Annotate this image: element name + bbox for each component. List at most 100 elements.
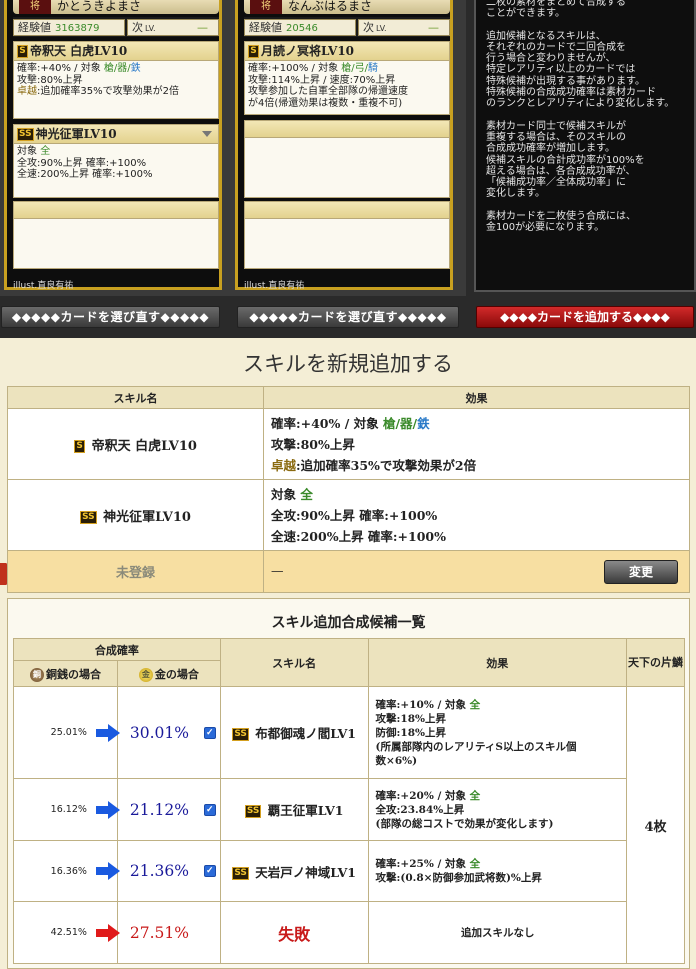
effect-text: 対象 [271,486,301,502]
effect-text: 騎 [368,63,378,74]
skill-name-cell: SS 神光征軍LV10 [7,479,264,551]
effect-text: 攻撃参加した自軍全部隊の帰還速度 [248,86,408,97]
next-lv-label: LV. [145,24,156,33]
effect-text: 追加スキルなし [461,926,535,939]
col-copper-label: 銅銭の場合 [45,667,101,681]
card-name-bar: 将 かとうきよまさ [13,0,219,14]
add-card-button[interactable]: ◆◆◆◆カードを追加する◆◆◆◆ [476,306,694,328]
effect-text: 攻撃:80%上昇 [17,74,83,86]
info-line: 素材カード同士で候補スキルが [486,120,626,132]
effect-line: 卓越:追加確率35%で攻撃効果が2倍 [271,455,682,476]
info-paragraph: 素材カードを二枚使う合成には、 金100が必要になります。 [486,211,686,234]
gold-coin-icon: 金 [138,667,153,682]
gold-rate: 21.12% [129,800,190,819]
card-compose-panel: 将 かとうきよまさ 経験値 3163879 次 LV. — S 帝釈天 白虎LV10 確… [0,0,696,338]
blue-arrow-icon [95,800,120,819]
candidate-checkbox[interactable]: ✓ [203,803,216,816]
skill-header[interactable]: SS 神光征軍LV10 [14,125,218,144]
skill-name: 帝釈天 白虎LV10 [91,438,197,454]
skill-name: 布都御魂ノ閻LV1 [255,726,356,741]
skill-title: 神光征軍LV10 [35,127,117,141]
info-line: 合成成功確率が増加します。 [486,143,615,155]
skill-title: 帝釈天 白虎LV10 [30,44,128,58]
effect-line: 攻撃:80%上昇 [271,434,682,455]
info-line: 特殊候補の合成成功確率は素材カード [486,87,656,99]
effect-text: 全速:200%上昇 確率:+100% [17,169,153,180]
effect-text: 全 [469,789,481,802]
material-card-1: 将 かとうきよまさ 経験値 3163879 次 LV. — S 帝釈天 白虎LV10 確… [0,0,230,328]
skill-name: 覇王征軍LV1 [267,803,344,818]
info-line: 候補スキルの合計成功率が100%を [486,154,645,166]
skill-name: 神光征軍LV10 [103,509,191,525]
effect-text: 全攻:90%上昇 確率:+100% [17,157,147,169]
exp-value: 3163879 [55,23,100,34]
effect-line: 攻撃:114%上昇 / 速度:70%上昇 [248,75,446,87]
card-frame: 将 かとうきよまさ 経験値 3163879 次 LV. — S 帝釈天 白虎LV10 確… [4,0,222,291]
effect-line: が4倍(帰還効果は複数・重複不可) [248,98,446,110]
effect-text: 全 [469,698,481,711]
blue-arrow-icon [95,723,120,742]
skill-effect-cell: — 変更 [263,550,690,593]
effect-text: 全攻:23.84%上昇 [375,803,465,816]
gold-rate: 27.51% [129,923,190,942]
candidate-checkbox[interactable]: ✓ [203,726,216,739]
exp-label: 経験値 [18,21,51,34]
skill-effect-cell: 確率:+20% / 対象 全全攻:23.84%上昇 (部隊の総コストで効果が変化し… [367,778,628,841]
info-line: 超える場合は、各合成成功率が、 [486,165,636,177]
empty-skill-header [14,202,218,219]
next-lv-label: LV. [376,24,387,33]
reselect-card-button[interactable]: ◆◆◆◆◆カードを選び直す◆◆◆◆◆ [1,306,220,328]
effect-text: 鉄 [130,63,141,74]
effect-text: 対象 [17,146,41,157]
exp-value: 20546 [286,23,318,34]
chevron-down-icon[interactable] [202,131,212,137]
exp-box: 経験値 20546 [244,19,356,36]
skill-name-cell: SS 覇王征軍LV1 [219,778,369,841]
exp-label: 経験値 [249,21,282,34]
gold-rate-cell: 27.51% [95,901,221,964]
effect-text: :追加確率35%で攻撃効果が2倍 [296,457,477,473]
effect-text: (所属部隊内のレアリティS以上のスキル個 [375,740,577,753]
effect-line: 全速:200%上昇 確率:+100% [17,169,215,181]
col-gold-label: 金の場合 [154,667,199,681]
effect-line: 確率:+100% / 対象 槍/弓/騎 [248,63,446,75]
col-gold: 金金の場合 [116,660,221,687]
skill-name: 失敗 [278,924,311,944]
empty-skill-header [245,121,449,138]
skill-name-cell: 未登録 [7,550,264,593]
skill-grade-badge: SS [232,866,249,880]
reselect-card-button[interactable]: ◆◆◆◆◆カードを選び直す◆◆◆◆◆ [237,306,459,328]
change-button[interactable]: 変更 [604,559,678,584]
effect-text: 防御:18%上昇 [375,726,446,739]
next-label: 次 [363,21,374,34]
table-row: S 帝釈天 白虎LV10 確率:+40% / 対象 槍/器/鉄 攻撃:80%上昇卓… [7,408,690,480]
effect-line: 攻撃:80%上昇 [17,75,215,87]
candidate-checkbox[interactable]: ✓ [203,865,216,877]
skill-effect-cell: 確率:+10% / 対象 全攻撃:18%上昇 防御:18%上昇 (所属部隊内のレアリ… [367,686,628,779]
table-header-row: スキル名 効果 [7,386,690,409]
effect-line: 確率:+25% / 対象 全 [376,857,621,871]
effect-text: 攻撃:114%上昇 / 速度:70%上昇 [248,74,396,86]
next-label: 次 [132,21,143,34]
effect-line: 確率:+20% / 対象 全 [376,789,621,803]
exp-box: 経験値 3163879 [13,19,125,36]
effect-line: 追加スキルなし [376,926,621,940]
empty-skill-header [245,202,449,219]
effect-text: 確率:+10% / 対象 [375,698,470,711]
table-row: SS 神光征軍LV10 対象 全全攻:90%上昇 確率:+100% 全速:200%… [7,479,690,551]
effect-text: 攻撃:80%上昇 [271,436,355,452]
skill-grade-badge: S [17,45,28,58]
col-effect: 効果 [367,638,628,687]
effect-line: 全攻:23.84%上昇 [376,803,621,817]
candidate-row: 25.01% 30.01% ✓ SS 布都御魂ノ閻LV1 確率:+10% / 対象 全攻… [13,686,685,964]
skill-effects: 対象 全全攻:90%上昇 確率:+100% 全速:200%上昇 確率:+100% [14,144,218,183]
unregistered-effect: — [271,562,284,578]
info-paragraph: 追加候補となるスキルは、 それぞれのカードで二回合成を 行う場合と変わりませんが、特… [486,31,686,110]
gold-rate-cell: 30.01% ✓ [95,686,221,779]
effect-text: 確率:+40% / 対象 [271,415,383,431]
effect-text: (部隊の総コストで効果が変化します) [375,817,554,830]
info-paragraphs: 二枚の素材をまとめて合成する ことができます。 追加候補となるスキルは、 それぞれのカ… [486,0,686,233]
effect-line: 確率:+40% / 対象 槍/器/鉄 [271,413,682,434]
skill-name-cell: 失敗 [219,901,369,964]
info-line: 特定レアリティ以上のカードでは [486,64,636,76]
